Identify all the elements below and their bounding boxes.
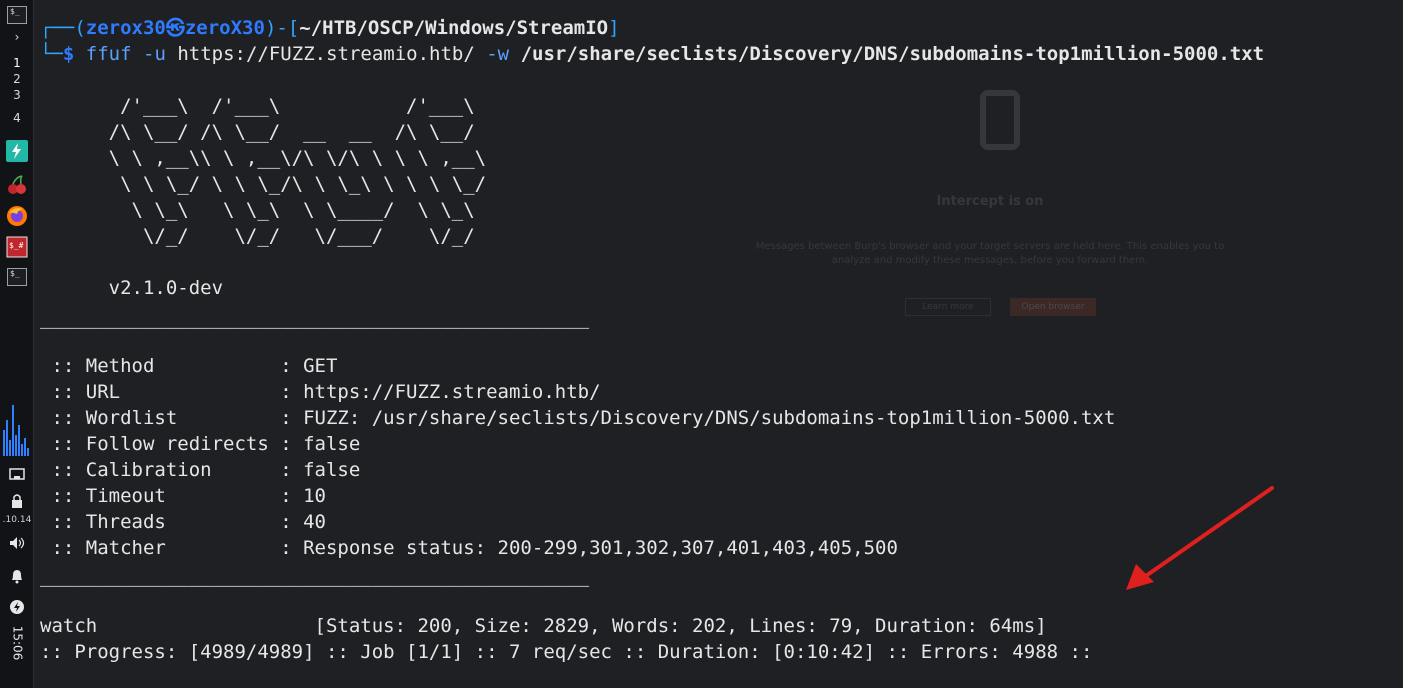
overlay-text-line1: Messages between Burp's browser and your… [755,241,1225,252]
separator-line-2: ________________________________________… [40,565,590,587]
target-url: https://FUZZ.streamio.htb/ [177,43,475,65]
annotation-arrow-icon [1126,486,1274,590]
volume-control[interactable] [5,532,29,554]
flag-u: -u [143,43,166,65]
setting-line: :: Threads : 40 [40,511,326,533]
power-menu[interactable] [5,596,29,618]
app-launcher-2[interactable] [5,174,29,196]
open-browser-button: Open browser [1010,298,1096,316]
vpn-status[interactable] [5,490,29,512]
prompt-mid: )-[ [264,17,300,39]
banner-line: \ \ \_/ \ \ \_/\ \ \_\ \ \ \ \_/ [40,173,487,195]
lock-icon [12,494,22,508]
prompt-path: ~/HTB/OSCP/Windows/StreamIO [299,17,609,39]
version-text: v2.1.0-dev [40,277,224,299]
workspace-4[interactable]: 4 [8,111,26,125]
setting-line: :: URL : https://FUZZ.streamio.htb/ [40,381,601,403]
app-launcher-3[interactable] [5,205,29,227]
separator-line: ________________________________________… [40,307,590,329]
overlay-text-line2: analyze and modify these messages, befor… [831,255,1149,266]
cherry-icon [8,175,26,194]
app-launcher-4[interactable]: $_# [5,236,29,258]
workspace-3[interactable]: 3 [8,88,26,102]
banner-line: \ \ ,__\\ \ ,__\/\ \/\ \ \ \ ,__\ [40,147,487,169]
prompt-line2-prefix: └─ [40,43,63,65]
learn-more-button: Learn more [905,298,991,316]
banner-line: \/_/ \/_/ \/___/ \/_/ [40,225,475,247]
setting-line: :: Timeout : 10 [40,485,326,507]
terminal-icon-2: $_ [7,268,27,286]
setting-line: :: Method : GET [40,355,338,377]
expand-chevron-icon[interactable]: › [8,30,26,44]
prompt-close: ] [608,17,620,39]
workspace-1[interactable]: 1 [8,56,26,70]
terminal-launcher[interactable]: $_ [5,4,29,26]
prompt-at-icon: ㉿ [165,17,185,39]
firefox-icon [7,206,27,226]
bell-icon [12,570,22,584]
overlay-title: Intercept is on [936,194,1044,209]
power-icon [10,600,24,614]
app-launcher-1[interactable] [5,140,29,162]
flag-w: -w [486,43,510,65]
setting-line: :: Wordlist : FUZZ: /usr/share/seclists/… [40,407,1116,429]
ip-address: .10.14 [2,515,32,525]
svg-text:$_#: $_# [9,241,24,250]
app-launcher-5[interactable]: $_ [5,266,29,288]
prompt-dollar: $ [62,43,75,65]
taskbar: $_ › 1 2 3 4 $_# $_ .10.14 15:06 [0,0,34,688]
setting-line: :: Calibration : false [40,459,361,481]
notifications[interactable] [5,565,29,587]
workspace-2[interactable]: 2 [8,72,26,86]
wordlist-path: /usr/share/seclists/Discovery/DNS/subdom… [520,43,1265,65]
prompt-host: zeroX30 [184,17,265,39]
command-name: ffuf [85,43,132,65]
speaker-icon [10,537,25,549]
command-line: └─$ ffuf -u https://FUZZ.streamio.htb/ -… [40,41,1264,67]
prompt-line-1: ┌──(zerox30㉿zeroX30)-[~/HTB/OSCP/Windows… [40,15,620,41]
network-graph [3,405,29,456]
clock: 15:06 [4,620,30,665]
result-line: watch [Status: 200, Size: 2829, Words: 2… [40,615,1047,637]
background-overlay: Intercept is on Messages between Burp's … [755,80,1225,340]
prompt-open: ┌──( [40,17,86,39]
banner-line: /'___\ /'___\ /'___\ [40,95,475,117]
banner-line: \ \_\ \ \_\ \ \____/ \ \_\ [40,199,475,221]
prompt-user: zerox30 [85,17,166,39]
ethernet-icon [9,468,25,480]
network-status[interactable] [5,463,29,485]
burp-logo-icon [980,90,1020,150]
terminal-red-icon: $_# [6,236,28,258]
overlay-text: Messages between Burp's browser and your… [755,240,1225,268]
lightning-app-icon [6,140,28,162]
setting-line: :: Matcher : Response status: 200-299,30… [40,537,898,559]
terminal-icon: $_ [7,6,27,24]
clock-text: 15:06 [10,625,24,660]
banner-line: /\ \__/ /\ \__/ __ __ /\ \__/ [40,121,475,143]
progress-line: :: Progress: [4989/4989] :: Job [1/1] ::… [40,641,1093,663]
terminal-window[interactable]: Intercept is on Messages between Burp's … [35,0,1403,688]
setting-line: :: Follow redirects : false [40,433,361,455]
